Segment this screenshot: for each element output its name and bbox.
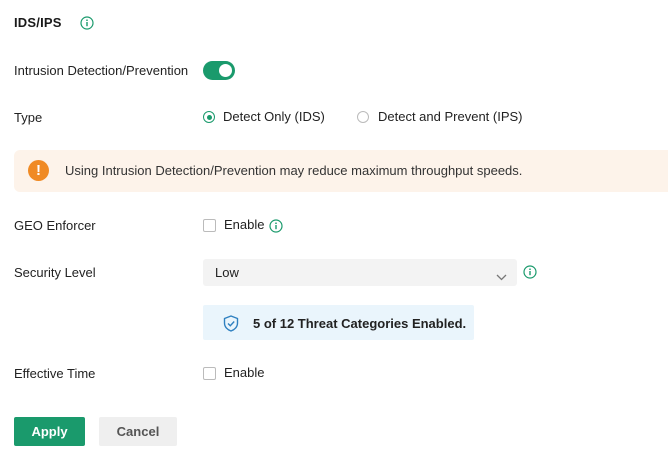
cancel-button[interactable]: Cancel [99, 417, 177, 446]
warning-icon: ! [28, 160, 49, 181]
radio-ips[interactable]: Detect and Prevent (IPS) [357, 109, 527, 127]
radio-ips-button[interactable] [357, 111, 369, 123]
warning-text: Using Intrusion Detection/Prevention may… [65, 163, 523, 178]
effective-checkbox-box[interactable] [203, 367, 216, 380]
warning-banner: ! Using Intrusion Detection/Prevention m… [14, 150, 668, 192]
geo-info-icon[interactable] [269, 219, 283, 233]
security-level-value: Low [215, 265, 239, 280]
geo-enable-checkbox[interactable]: Enable [203, 217, 273, 235]
radio-ids-button[interactable] [203, 111, 215, 123]
apply-button[interactable]: Apply [14, 417, 85, 446]
shield-check-icon [223, 315, 239, 337]
geo-label: GEO Enforcer [14, 218, 96, 233]
toggle-knob [219, 64, 232, 77]
security-level-label: Security Level [14, 265, 96, 280]
radio-ips-label: Detect and Prevent (IPS) [378, 109, 523, 124]
effective-enable-checkbox[interactable]: Enable [203, 365, 273, 383]
type-label: Type [14, 110, 43, 125]
threat-categories-text: 5 of 12 Threat Categories Enabled. [253, 316, 467, 331]
geo-checkbox-label: Enable [224, 217, 265, 232]
radio-ids-label: Detect Only (IDS) [223, 109, 325, 124]
effective-checkbox-label: Enable [224, 365, 265, 380]
info-icon[interactable] [80, 16, 94, 30]
ids-toggle[interactable] [203, 61, 235, 80]
geo-checkbox-box[interactable] [203, 219, 216, 232]
effective-time-label: Effective Time [14, 366, 96, 381]
page-title: IDS/IPS [14, 15, 62, 30]
security-level-select[interactable]: Low [203, 259, 517, 286]
threat-categories-box[interactable]: 5 of 12 Threat Categories Enabled. [203, 305, 474, 340]
radio-ids[interactable]: Detect Only (IDS) [203, 109, 333, 127]
security-info-icon[interactable] [523, 265, 537, 279]
chevron-down-icon [496, 268, 507, 286]
ids-label: Intrusion Detection/Prevention [14, 63, 189, 78]
